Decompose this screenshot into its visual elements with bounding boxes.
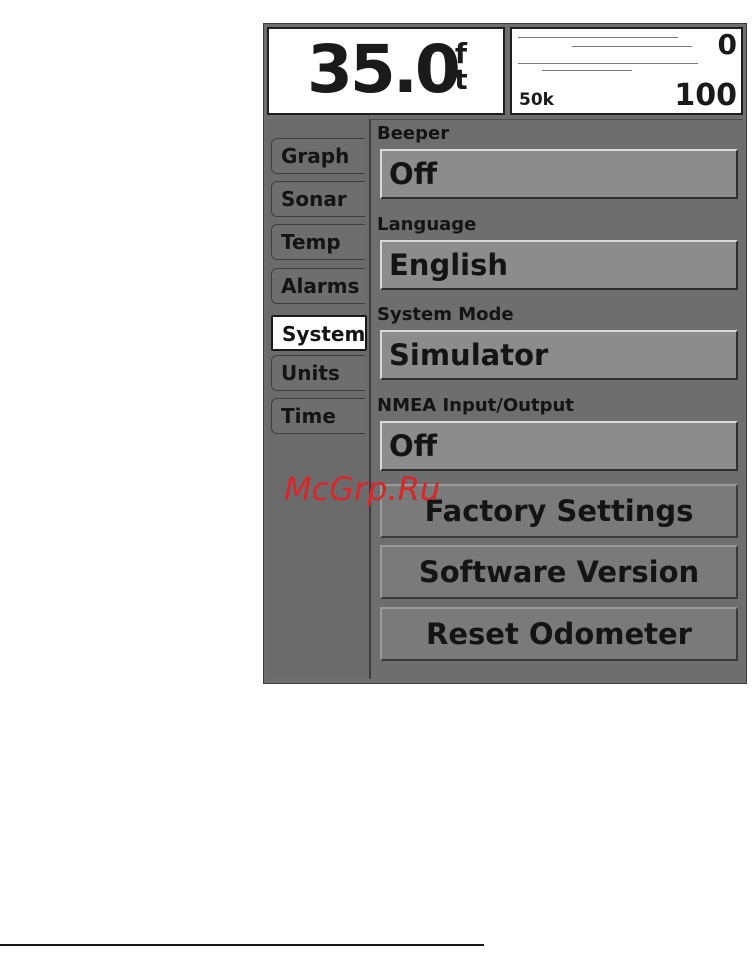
sonar-noise-line [542,70,632,71]
beeper-label: Beeper [377,123,450,144]
system-settings-panel: Beeper Off Language English System Mode … [369,119,743,679]
beeper-field[interactable]: Off [380,149,738,199]
tab-units[interactable]: Units [271,355,365,391]
sonar-depth-bottom: 100 [674,78,737,113]
depth-unit-bottom: t [454,63,468,96]
sonar-noise-line [572,46,692,47]
nmea-field[interactable]: Off [380,421,738,471]
system-mode-field[interactable]: Simulator [380,330,738,380]
footer-divider [0,944,484,946]
software-version-button[interactable]: Software Version [380,545,738,599]
tab-graph[interactable]: Graph [271,138,365,174]
tab-time[interactable]: Time [271,398,365,434]
depth-unit: f t [451,40,471,96]
sonar-noise-line [518,63,698,64]
device-screen: 35.0 f t 0 50k 100 Graph Sonar Temp Alar… [263,23,747,684]
language-field[interactable]: English [380,240,738,290]
sonar-mini-view: 0 50k 100 [510,27,743,115]
tab-temp[interactable]: Temp [271,224,365,260]
sonar-noise-line [518,37,678,38]
sonar-frequency: 50k [519,90,554,110]
tab-list: Graph Sonar Temp Alarms System Units Tim… [267,119,369,679]
data-fields-row: 35.0 f t 0 50k 100 [267,27,743,119]
depth-field: 35.0 f t [267,27,505,115]
tab-sonar[interactable]: Sonar [271,181,365,217]
sonar-depth-top: 0 [717,28,737,61]
nmea-label: NMEA Input/Output [377,395,574,416]
watermark: McGrp.Ru [284,470,441,508]
language-label: Language [377,214,477,235]
depth-value: 35.0 [307,31,461,108]
tab-system[interactable]: System [271,315,367,351]
system-mode-label: System Mode [377,304,514,325]
tab-alarms[interactable]: Alarms [271,268,365,304]
reset-odometer-button[interactable]: Reset Odometer [380,607,738,661]
